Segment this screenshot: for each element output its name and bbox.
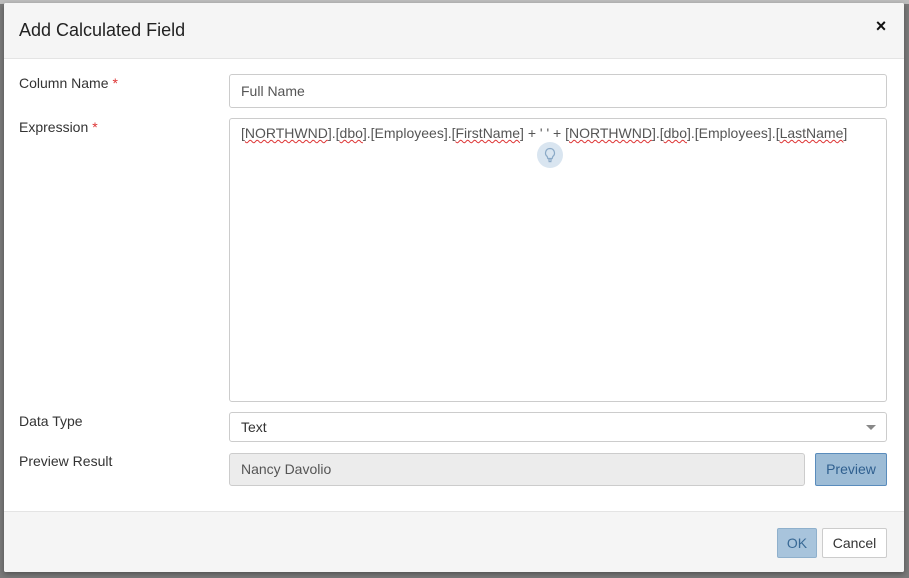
dialog-title: Add Calculated Field xyxy=(19,20,186,40)
data-type-selected-value: Text xyxy=(241,419,267,435)
required-mark: * xyxy=(112,75,118,91)
expression-token: ].[Employees].[ xyxy=(686,125,780,141)
cancel-button[interactable]: Cancel xyxy=(822,528,887,558)
chevron-down-icon xyxy=(866,425,876,430)
data-type-label: Data Type xyxy=(19,413,83,429)
expression-token-flagged: dbo xyxy=(663,125,687,141)
close-icon[interactable]: × xyxy=(872,16,890,36)
expression-token: ].[ xyxy=(327,125,340,141)
column-name-label: Column Name * xyxy=(19,75,118,91)
dialog-footer: OK Cancel xyxy=(4,511,904,572)
expression-token: ] + ' ' + [ xyxy=(520,125,569,141)
dialog-header: Add Calculated Field × xyxy=(4,3,904,59)
add-calculated-field-dialog: Add Calculated Field × Column Name * Full… xyxy=(4,3,904,572)
lightbulb-icon[interactable] xyxy=(537,142,563,168)
preview-button[interactable]: Preview xyxy=(815,453,887,486)
preview-result-label: Preview Result xyxy=(19,453,113,469)
expression-token-flagged: NORTHWND xyxy=(568,125,652,141)
expression-token-flagged: LastName xyxy=(779,125,844,141)
expression-label: Expression * xyxy=(19,119,98,135)
expression-token: ].[Employees].[ xyxy=(362,125,456,141)
expression-token: ] xyxy=(843,125,848,141)
expression-token: ].[ xyxy=(651,125,664,141)
data-type-select[interactable]: Text xyxy=(229,412,887,442)
ok-button[interactable]: OK xyxy=(777,528,817,558)
column-name-input[interactable]: Full Name xyxy=(229,74,887,108)
required-mark: * xyxy=(92,119,98,135)
preview-result-field: Nancy Davolio xyxy=(229,453,805,486)
expression-token-flagged: FirstName xyxy=(455,125,521,141)
expression-token-flagged: dbo xyxy=(339,125,363,141)
expression-token-flagged: NORTHWND xyxy=(244,125,328,141)
